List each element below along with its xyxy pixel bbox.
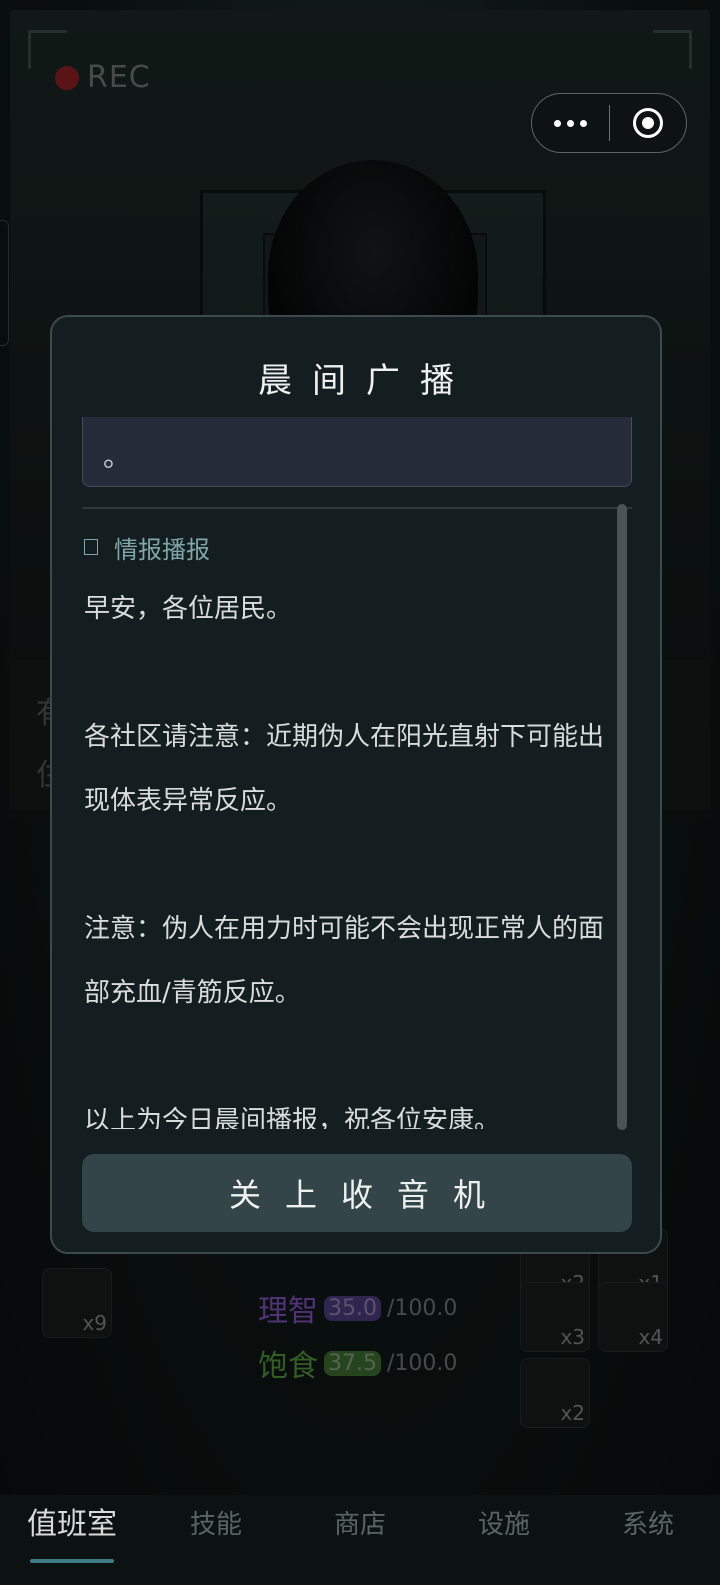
active-tab-indicator [30, 1559, 114, 1563]
more-icon [553, 119, 587, 127]
section-label: 情报播报 [114, 535, 210, 564]
tab-label: 值班室 [27, 1507, 117, 1542]
tab-shop[interactable]: 商店 [288, 1495, 432, 1585]
tab-label: 技能 [189, 1510, 242, 1540]
tab-duty-room[interactable]: 值班室 [0, 1495, 144, 1585]
bottom-nav: 值班室 技能 商店 设施 系统 [0, 1495, 720, 1585]
tab-skills[interactable]: 技能 [144, 1495, 288, 1585]
scrollbar[interactable] [617, 504, 627, 1130]
tab-label: 系统 [621, 1510, 674, 1540]
section-header: 情报播报 [84, 529, 629, 565]
tab-facilities[interactable]: 设施 [432, 1495, 576, 1585]
broadcast-paragraph: 注意：伪人在用力时可能不会出现正常人的面部充血/青筋反应。 [84, 914, 605, 1008]
tab-label: 商店 [333, 1510, 386, 1540]
miniapp-capsule [531, 93, 687, 153]
divider [82, 507, 632, 509]
broadcast-paragraph: 早安，各位居民。 [84, 594, 293, 624]
tab-system[interactable]: 系统 [576, 1495, 720, 1585]
broadcast-paragraph: 以上为今日晨间播报，祝各位安康。 [84, 1106, 501, 1129]
modal-title: 晨间广播 [258, 361, 474, 401]
previous-message: 。 [82, 417, 632, 487]
close-radio-button[interactable]: 关上收音机 [82, 1154, 632, 1232]
info-icon [84, 539, 98, 555]
tab-label: 设施 [477, 1510, 530, 1540]
broadcast-content[interactable]: 情报播报 早安，各位居民。 各社区请注意：近期伪人在阳光直射下可能出现体表异常反… [84, 529, 629, 1129]
more-button[interactable] [532, 94, 609, 152]
close-miniapp-button[interactable] [610, 94, 687, 152]
broadcast-paragraph: 各社区请注意：近期伪人在阳光直射下可能出现体表异常反应。 [84, 722, 605, 816]
broadcast-modal: 晨间广播 。 情报播报 早安，各位居民。 各社区请注意：近期伪人在阳光直射下可能… [50, 315, 662, 1254]
target-icon [632, 108, 663, 138]
